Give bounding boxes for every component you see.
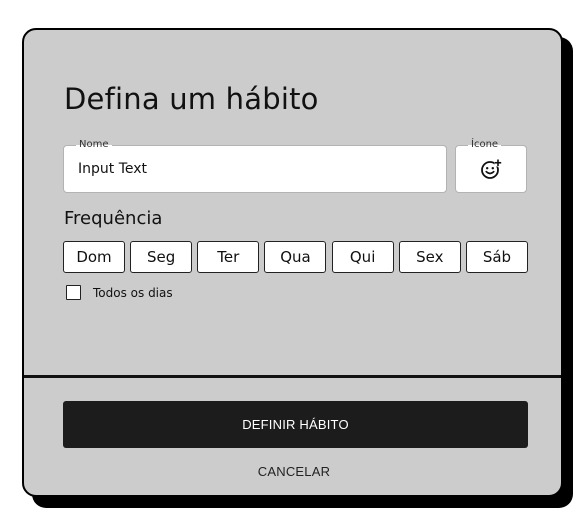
day-button-sab[interactable]: Sáb: [465, 241, 528, 273]
day-button-qua[interactable]: Qua: [264, 241, 327, 273]
day-button-ter[interactable]: Ter: [197, 241, 260, 273]
name-field[interactable]: Nome Input Text: [63, 139, 447, 193]
stage: Defina um hábito Nome Input Text Ícone F…: [0, 0, 588, 528]
name-field-label: Nome: [76, 139, 112, 151]
frequency-title: Frequência: [64, 208, 163, 229]
dialog-title: Defina um hábito: [64, 82, 319, 116]
day-button-qui[interactable]: Qui: [331, 241, 394, 273]
all-days-label: Todos os dias: [93, 285, 173, 300]
actions-divider: [24, 375, 561, 378]
icon-field-label: Ícone: [468, 139, 502, 151]
weekday-selector: Dom Seg Ter Qua Qui Sex Sáb: [63, 241, 528, 273]
all-days-option[interactable]: Todos os dias: [66, 285, 173, 300]
day-button-seg[interactable]: Seg: [130, 241, 193, 273]
all-days-checkbox[interactable]: [66, 285, 81, 300]
name-field-value[interactable]: Input Text: [78, 161, 147, 177]
habit-dialog: Defina um hábito Nome Input Text Ícone F…: [22, 28, 563, 497]
day-button-dom[interactable]: Dom: [63, 241, 125, 273]
cancel-button[interactable]: CANCELAR: [234, 460, 354, 482]
day-button-sex[interactable]: Sex: [398, 241, 461, 273]
add-emoji-icon[interactable]: [479, 157, 503, 181]
define-habit-button[interactable]: DEFINIR HÁBITO: [63, 401, 528, 448]
icon-picker-field[interactable]: Ícone: [455, 139, 527, 193]
